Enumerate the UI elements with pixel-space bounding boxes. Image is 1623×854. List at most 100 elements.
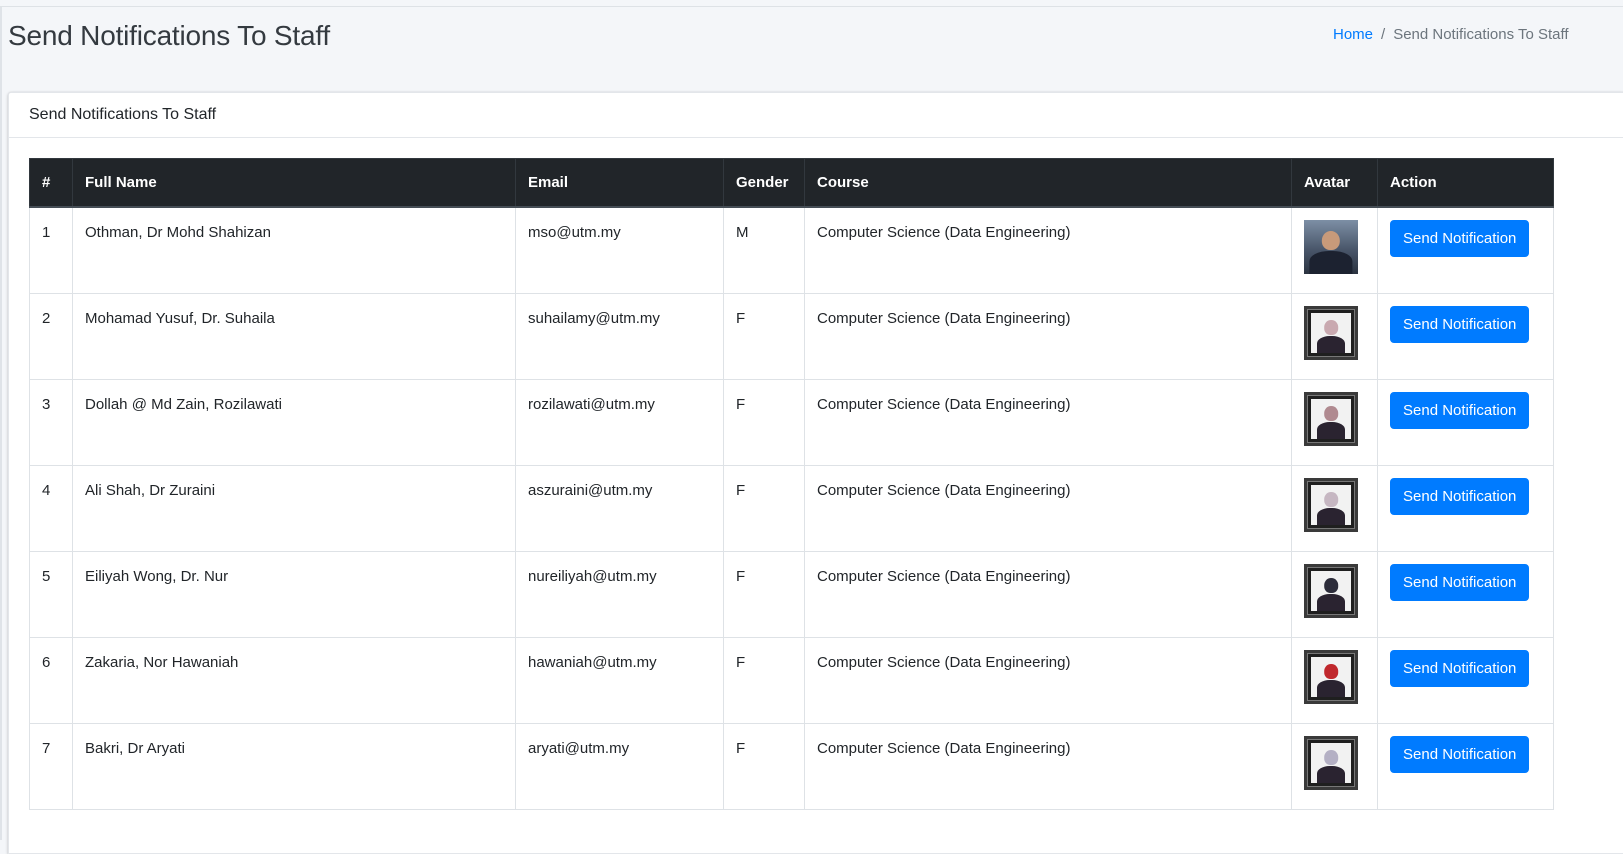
send-notification-button[interactable]: Send Notification <box>1390 650 1530 687</box>
staff-email-cell: aryati@utm.my <box>515 723 724 810</box>
staff-full-name-cell: Eiliyah Wong, Dr. Nur <box>72 551 516 638</box>
staff-full-name: Dollah @ Md Zain, Rozilawati <box>85 396 282 413</box>
avatar-cell <box>1291 206 1378 294</box>
table-body: 1 Othman, Dr Mohd Shahizan mso@utm.my M Comp… <box>29 206 1554 810</box>
staff-course: Computer Science (Data Engineering) <box>817 654 1071 671</box>
row-number-cell: 5 <box>29 551 73 638</box>
row-number: 6 <box>42 654 51 671</box>
send-notification-button[interactable]: Send Notification <box>1390 478 1530 515</box>
action-cell: Send Notification <box>1377 206 1554 294</box>
staff-full-name-cell: Dollah @ Md Zain, Rozilawati <box>72 379 516 466</box>
staff-email: suhailamy@utm.my <box>528 310 660 327</box>
column-header-action: Action <box>1377 158 1554 208</box>
staff-email-cell: nureiliyah@utm.my <box>515 551 724 638</box>
staff-gender-cell: F <box>723 465 805 552</box>
staff-course-cell: Computer Science (Data Engineering) <box>804 465 1292 552</box>
staff-full-name: Zakaria, Nor Hawaniah <box>85 654 239 671</box>
staff-card: Send Notifications To Staff # Full Name Em… <box>8 92 1623 854</box>
avatar-cell <box>1291 637 1378 724</box>
breadcrumb-home-link[interactable]: Home <box>1333 26 1373 43</box>
staff-gender: F <box>736 654 746 671</box>
page-title: Send Notifications To Staff <box>8 20 330 51</box>
top-border <box>0 0 1623 7</box>
staff-full-name: Bakri, Dr Aryati <box>85 740 186 757</box>
staff-gender: F <box>736 310 746 327</box>
column-header-gender: Gender <box>723 158 805 208</box>
staff-full-name-cell: Zakaria, Nor Hawaniah <box>72 637 516 724</box>
send-notification-button[interactable]: Send Notification <box>1390 736 1530 773</box>
table-row: 6 Zakaria, Nor Hawaniah hawaniah@utm.my F Co… <box>29 637 1554 724</box>
staff-course-cell: Computer Science (Data Engineering) <box>804 379 1292 466</box>
staff-full-name: Ali Shah, Dr Zuraini <box>85 482 216 499</box>
action-cell: Send Notification <box>1377 379 1554 466</box>
avatar <box>1304 220 1358 274</box>
table-row: 7 Bakri, Dr Aryati aryati@utm.my F Computer … <box>29 723 1554 810</box>
action-cell: Send Notification <box>1377 723 1554 810</box>
action-cell: Send Notification <box>1377 465 1554 552</box>
column-header-avatar: Avatar <box>1291 158 1378 208</box>
staff-full-name-cell: Ali Shah, Dr Zuraini <box>72 465 516 552</box>
row-number: 7 <box>42 740 51 757</box>
send-notification-button[interactable]: Send Notification <box>1390 306 1530 343</box>
staff-gender-cell: F <box>723 723 805 810</box>
staff-gender-cell: F <box>723 293 805 380</box>
avatar-cell <box>1291 465 1378 552</box>
staff-table: # Full Name Email Gender Course Avatar Action … <box>29 158 1554 810</box>
breadcrumb-current: Send Notifications To Staff <box>1393 26 1569 43</box>
staff-gender-cell: F <box>723 637 805 724</box>
breadcrumb-separator: / <box>1381 26 1386 43</box>
avatar-cell <box>1291 723 1378 810</box>
staff-gender: F <box>736 396 746 413</box>
avatar <box>1304 306 1358 360</box>
action-cell: Send Notification <box>1377 551 1554 638</box>
row-number-cell: 2 <box>29 293 73 380</box>
avatar-cell <box>1291 293 1378 380</box>
row-number: 2 <box>42 310 51 327</box>
breadcrumb: Home / Send Notifications To Staff <box>1333 26 1623 43</box>
staff-email-cell: aszuraini@utm.my <box>515 465 724 552</box>
avatar <box>1304 478 1358 532</box>
card-header: Send Notifications To Staff <box>9 93 1623 138</box>
row-number-cell: 7 <box>29 723 73 810</box>
avatar <box>1304 392 1358 446</box>
staff-course: Computer Science (Data Engineering) <box>817 568 1071 585</box>
table-row: 4 Ali Shah, Dr Zuraini aszuraini@utm.my F Co… <box>29 465 1554 552</box>
staff-email: aszuraini@utm.my <box>528 482 653 499</box>
staff-gender-cell: F <box>723 551 805 638</box>
table-header-row: # Full Name Email Gender Course Avatar Action <box>29 158 1554 208</box>
row-number: 4 <box>42 482 51 499</box>
staff-gender-cell: M <box>723 206 805 294</box>
staff-full-name: Mohamad Yusuf, Dr. Suhaila <box>85 310 275 327</box>
send-notification-button[interactable]: Send Notification <box>1390 392 1530 429</box>
staff-full-name: Othman, Dr Mohd Shahizan <box>85 224 271 241</box>
avatar <box>1304 736 1358 790</box>
staff-full-name: Eiliyah Wong, Dr. Nur <box>85 568 229 585</box>
staff-course: Computer Science (Data Engineering) <box>817 740 1071 757</box>
avatar <box>1304 564 1358 618</box>
table-row: 2 Mohamad Yusuf, Dr. Suhaila suhailamy@utm… <box>29 293 1554 380</box>
row-number-cell: 3 <box>29 379 73 466</box>
column-header-email: Email <box>515 158 724 208</box>
staff-course-cell: Computer Science (Data Engineering) <box>804 723 1292 810</box>
staff-course-cell: Computer Science (Data Engineering) <box>804 206 1292 294</box>
send-notification-button[interactable]: Send Notification <box>1390 220 1530 257</box>
table-row: 1 Othman, Dr Mohd Shahizan mso@utm.my M Comp… <box>29 206 1554 294</box>
staff-gender: F <box>736 568 746 585</box>
staff-course-cell: Computer Science (Data Engineering) <box>804 637 1292 724</box>
staff-email-cell: suhailamy@utm.my <box>515 293 724 380</box>
page-edge <box>0 0 2 840</box>
row-number: 1 <box>42 224 51 241</box>
row-number-cell: 4 <box>29 465 73 552</box>
staff-email-cell: hawaniah@utm.my <box>515 637 724 724</box>
avatar-cell <box>1291 379 1378 466</box>
staff-full-name-cell: Othman, Dr Mohd Shahizan <box>72 206 516 294</box>
staff-course: Computer Science (Data Engineering) <box>817 310 1071 327</box>
staff-gender: F <box>736 482 746 499</box>
column-header-full-name: Full Name <box>72 158 516 208</box>
column-header-number: # <box>29 158 73 208</box>
column-header-course: Course <box>804 158 1292 208</box>
staff-email: aryati@utm.my <box>528 740 630 757</box>
table-row: 5 Eiliyah Wong, Dr. Nur nureiliyah@utm.my F… <box>29 551 1554 638</box>
row-number-cell: 1 <box>29 206 73 294</box>
send-notification-button[interactable]: Send Notification <box>1390 564 1530 601</box>
